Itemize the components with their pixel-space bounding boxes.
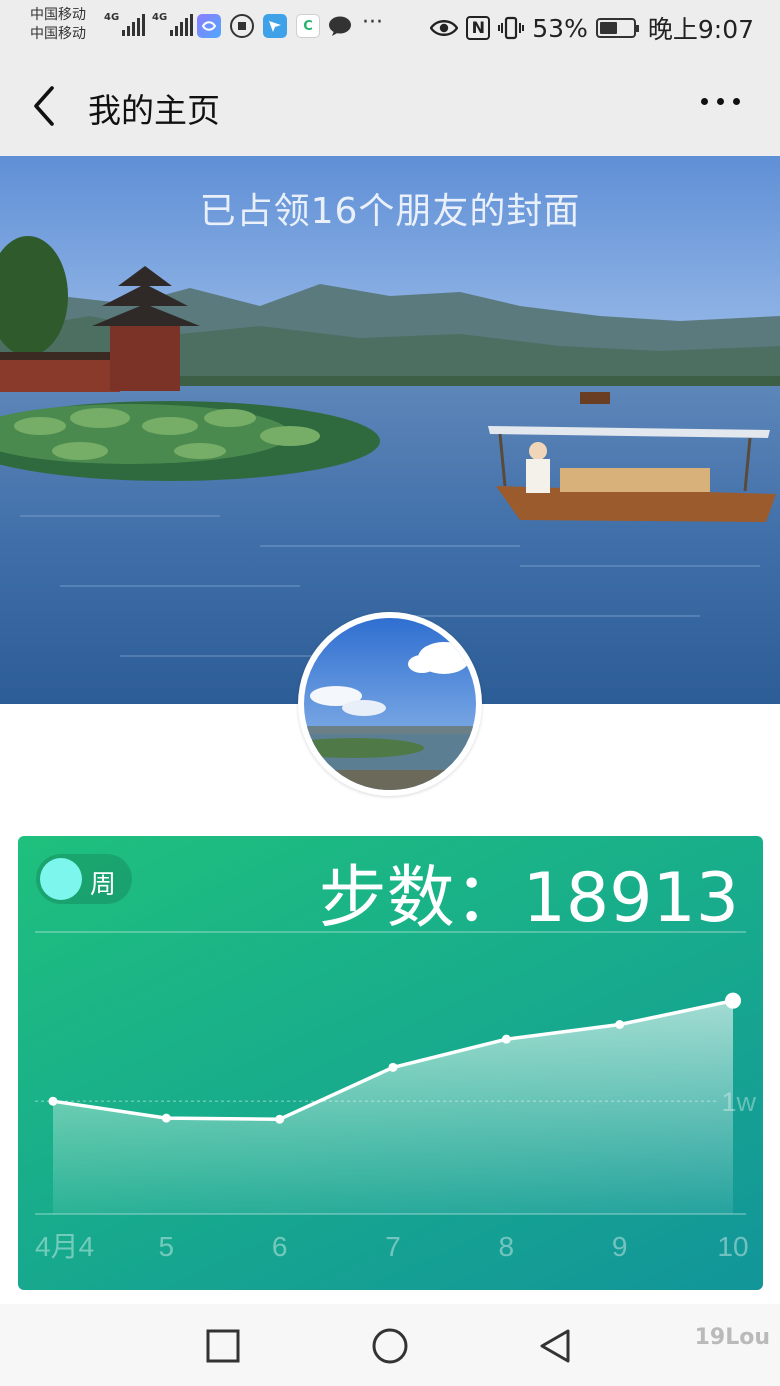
more-notifications-indicator: ···: [362, 10, 383, 35]
c-app-icon: C: [296, 14, 320, 38]
navigation-notification-icon: [263, 14, 287, 38]
chat-notification-icon: [328, 14, 352, 38]
system-nav-bar: [0, 1304, 780, 1386]
cover-caption: 已占领16个朋友的封面: [199, 191, 581, 232]
signal-1-icon: 4G: [104, 12, 146, 36]
page-title: 我的主页: [88, 91, 220, 130]
steps-area: [53, 1000, 733, 1214]
home-icon[interactable]: [370, 1326, 410, 1366]
carrier-1: 中国移动: [30, 7, 86, 23]
data-point-7: [725, 992, 741, 1009]
battery-level: [599, 22, 617, 34]
x-tick-label: 4月4: [35, 1231, 94, 1262]
network-1-label: 4G: [104, 12, 120, 23]
watermark: 19Lou: [694, 1325, 770, 1350]
steps-total: 步数：18913: [319, 842, 739, 941]
data-point-1: [48, 1096, 58, 1106]
x-tick-label: 9: [612, 1231, 628, 1262]
x-tick-label: 5: [159, 1231, 175, 1262]
data-point-6: [615, 1019, 625, 1029]
app-notification-icon: [197, 14, 221, 38]
steps-card: 1w 4月4 5 6 7 8 9 10 周 步数：18913: [18, 836, 763, 1290]
data-point-5: [501, 1034, 511, 1044]
x-tick-label: 10: [717, 1231, 748, 1262]
status-time: 晚上9:07: [647, 15, 754, 44]
avatar[interactable]: [298, 612, 482, 796]
network-2-label: 4G: [152, 12, 168, 23]
steps-label: 步数：: [318, 859, 523, 938]
nfc-icon: N: [466, 16, 491, 40]
week-toggle[interactable]: 周: [36, 854, 132, 904]
toggle-label: 周: [90, 870, 117, 900]
signal-2-icon: 4G: [152, 12, 194, 36]
carrier-labels: 中国移动 中国移动: [30, 6, 86, 44]
shield-notification-icon: [230, 14, 254, 38]
nav-bar: 我的主页: [0, 54, 780, 156]
eye-icon: [430, 20, 459, 36]
toggle-knob: [40, 858, 82, 900]
avatar-image: [304, 618, 476, 790]
x-tick-label: 7: [385, 1231, 401, 1262]
back-arrow-icon[interactable]: [30, 86, 66, 126]
back-triangle-icon[interactable]: [536, 1326, 576, 1366]
x-tick-label: 6: [272, 1231, 288, 1262]
data-point-3: [275, 1114, 285, 1124]
recent-apps-icon[interactable]: [203, 1326, 243, 1366]
data-point-2: [161, 1113, 171, 1123]
battery-percent: 53%: [532, 13, 588, 43]
status-right: N 53% 晚上9:07: [430, 10, 754, 46]
x-tick-label: 8: [499, 1231, 515, 1262]
battery-icon: [595, 18, 639, 38]
more-options-icon[interactable]: [701, 98, 740, 105]
status-bar: 中国移动 中国移动 4G 4G C ··· N 53% 晚上9:07: [0, 0, 780, 54]
x-tick-labels: 4月4 5 6 7 8 9 10: [35, 1231, 749, 1262]
data-point-4: [388, 1062, 398, 1072]
vibrate-icon: [498, 16, 525, 40]
steps-value: 18913: [522, 859, 739, 938]
carrier-2: 中国移动: [30, 26, 86, 42]
